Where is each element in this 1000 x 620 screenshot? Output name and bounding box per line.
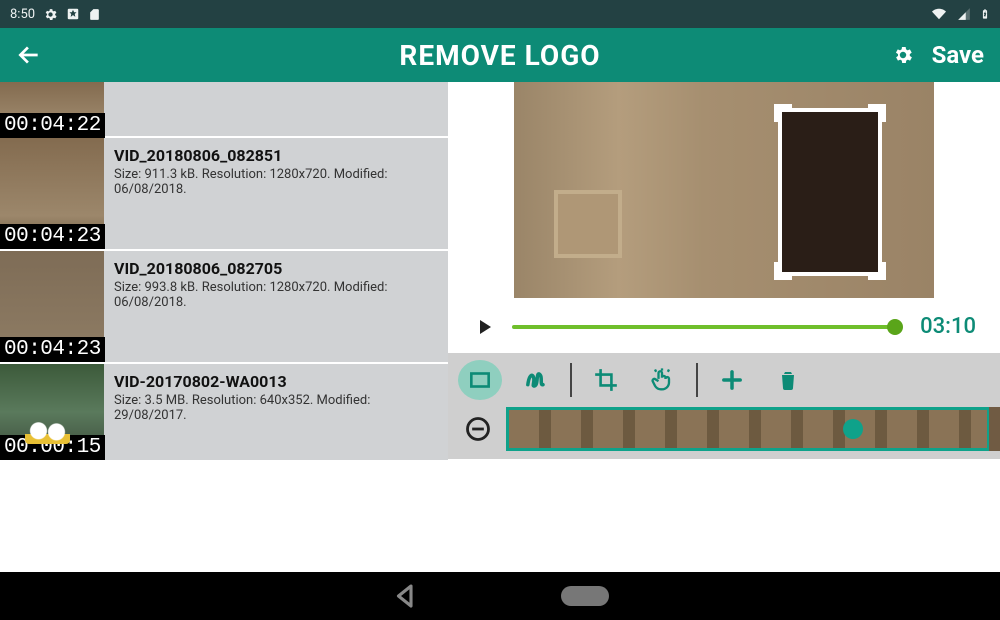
- item-title: VID-20170802-WA0013: [114, 372, 438, 391]
- page-title: REMOVE LOGO: [399, 39, 600, 72]
- preview-area: [448, 82, 1000, 302]
- tool-strip: [448, 353, 1000, 459]
- settings-icon[interactable]: [892, 44, 914, 66]
- list-item[interactable]: 00:00:15 VID-20170802-WA0013 Size: 3.5 M…: [0, 364, 448, 460]
- list-item[interactable]: 00:04:23 VID_20180806_082851 Size: 911.3…: [0, 138, 448, 251]
- duration-badge: 00:04:23: [0, 337, 105, 362]
- separator: [570, 363, 572, 397]
- timeline[interactable]: [506, 407, 990, 451]
- remove-icon[interactable]: [464, 415, 492, 443]
- crop-tool[interactable]: [584, 360, 628, 400]
- seek-bar[interactable]: [512, 325, 896, 329]
- battery-icon: [980, 6, 990, 22]
- item-meta: Size: 911.3 kB. Resolution: 1280x720. Mo…: [114, 167, 438, 197]
- item-title: VID_20180806_082851: [114, 146, 438, 165]
- touch-tool[interactable]: [640, 360, 684, 400]
- video-preview[interactable]: [514, 82, 934, 298]
- main-content: 00:04:22 00:04:23 VID_20180806_082851 Si…: [0, 82, 1000, 460]
- thumbnail: 00:04:22: [0, 82, 104, 138]
- rectangle-tool[interactable]: [458, 360, 502, 400]
- sd-card-icon: [88, 7, 101, 22]
- timeline-overflow: [989, 407, 1000, 451]
- nav-back-icon[interactable]: [391, 581, 421, 611]
- nav-home-pill[interactable]: [561, 586, 609, 606]
- time-label: 03:10: [912, 314, 976, 339]
- add-button[interactable]: [710, 360, 754, 400]
- badge-icon: [66, 7, 80, 21]
- thumbnail: 00:04:23: [0, 251, 104, 362]
- gear-icon: [43, 7, 58, 22]
- item-meta: Size: 993.8 kB. Resolution: 1280x720. Mo…: [114, 280, 438, 310]
- android-status-bar: 8:50: [0, 0, 1000, 28]
- item-meta: Size: 3.5 MB. Resolution: 640x352. Modif…: [114, 393, 438, 423]
- editor-panel: 03:10: [448, 82, 1000, 460]
- list-item[interactable]: 00:04:23 VID_20180806_082705 Size: 993.8…: [0, 251, 448, 364]
- back-icon[interactable]: [16, 42, 42, 68]
- video-list[interactable]: 00:04:22 00:04:23 VID_20180806_082851 Si…: [0, 82, 448, 460]
- playback-controls: 03:10: [448, 302, 1000, 353]
- selection-box[interactable]: [778, 108, 882, 276]
- app-bar: REMOVE LOGO Save: [0, 28, 1000, 82]
- thumbnail: 00:04:23: [0, 138, 104, 249]
- status-time: 8:50: [10, 7, 35, 22]
- freehand-tool[interactable]: [514, 360, 558, 400]
- wifi-icon: [930, 7, 948, 21]
- item-title: VID_20180806_082705: [114, 259, 438, 278]
- list-item[interactable]: 00:04:22: [0, 82, 448, 138]
- duration-badge: 00:00:15: [0, 435, 105, 460]
- signal-icon: [956, 7, 972, 21]
- seek-thumb[interactable]: [887, 319, 903, 335]
- delete-button[interactable]: [766, 360, 810, 400]
- thumbnail: 00:00:15: [0, 364, 104, 460]
- save-button[interactable]: Save: [932, 41, 984, 69]
- android-nav-bar: [0, 572, 1000, 620]
- duration-badge: 00:04:22: [0, 113, 105, 138]
- timeline-scrubber[interactable]: [843, 419, 863, 439]
- play-icon[interactable]: [472, 315, 496, 339]
- blank-area: [0, 460, 1000, 570]
- duration-badge: 00:04:23: [0, 224, 105, 249]
- separator: [696, 363, 698, 397]
